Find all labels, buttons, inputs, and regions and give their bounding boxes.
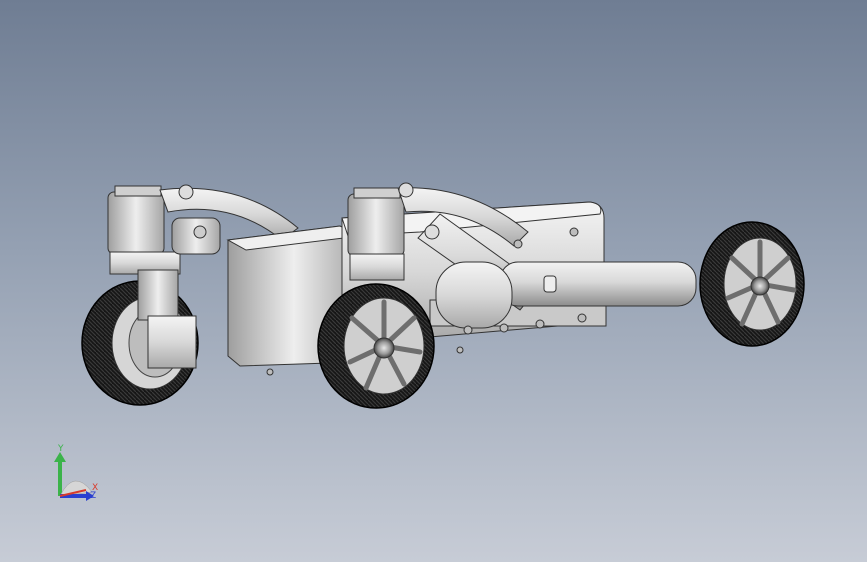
y-axis-label: Y xyxy=(57,444,64,454)
front-middle-wheel xyxy=(317,283,435,409)
right-front-wheel xyxy=(699,221,805,347)
robot-model[interactable] xyxy=(0,0,867,562)
z-axis-label: Z xyxy=(90,491,96,501)
cad-viewport[interactable]: Y X Z xyxy=(0,0,867,562)
middle-leg-column xyxy=(347,187,405,281)
coordinate-triad: Y X Z xyxy=(54,444,98,501)
